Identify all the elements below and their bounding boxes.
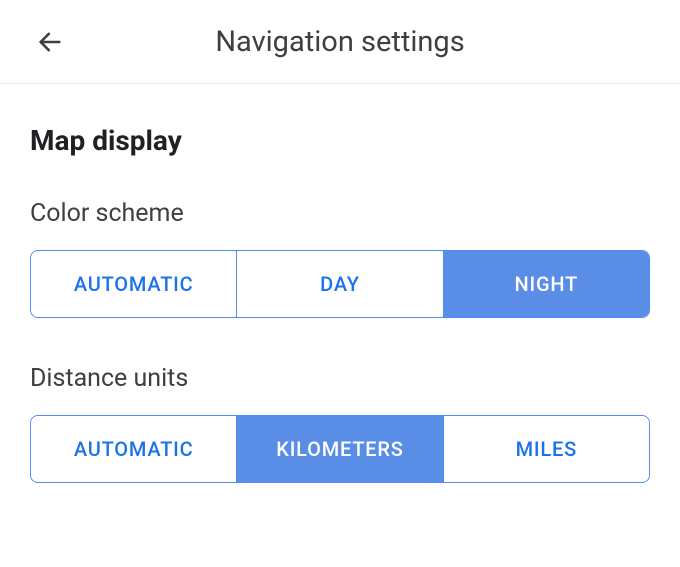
color-scheme-group: Color scheme AUTOMATIC DAY NIGHT	[30, 199, 650, 318]
color-scheme-day[interactable]: DAY	[237, 251, 443, 317]
color-scheme-night[interactable]: NIGHT	[444, 251, 649, 317]
distance-units-segmented: AUTOMATIC KILOMETERS MILES	[30, 415, 650, 483]
arrow-left-icon	[36, 28, 64, 56]
distance-units-group: Distance units AUTOMATIC KILOMETERS MILE…	[30, 364, 650, 483]
back-button[interactable]	[30, 22, 70, 62]
page-title: Navigation settings	[215, 25, 464, 59]
distance-units-label: Distance units	[30, 364, 650, 393]
content: Map display Color scheme AUTOMATIC DAY N…	[0, 84, 680, 483]
distance-units-kilometers[interactable]: KILOMETERS	[237, 416, 443, 482]
color-scheme-segmented: AUTOMATIC DAY NIGHT	[30, 250, 650, 318]
distance-units-automatic[interactable]: AUTOMATIC	[31, 416, 237, 482]
distance-units-miles[interactable]: MILES	[444, 416, 649, 482]
header: Navigation settings	[0, 0, 680, 84]
section-heading: Map display	[30, 124, 650, 157]
color-scheme-automatic[interactable]: AUTOMATIC	[31, 251, 237, 317]
color-scheme-label: Color scheme	[30, 199, 650, 228]
